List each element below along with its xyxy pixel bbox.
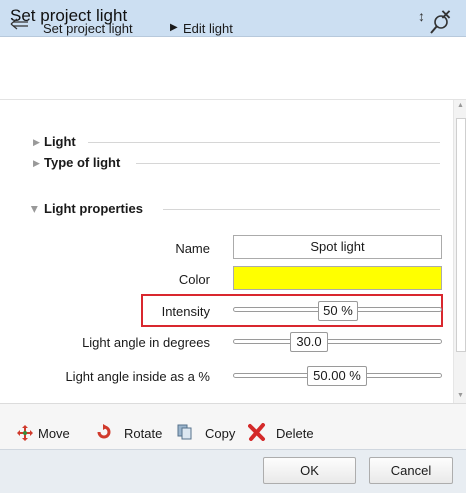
section-divider [136, 163, 440, 164]
breadcrumb-bar [0, 37, 466, 100]
scroll-up-icon[interactable]: ▲ [457, 102, 464, 109]
back-arrow-icon[interactable] [10, 16, 30, 35]
name-field[interactable]: Spot light [233, 235, 442, 259]
breadcrumb-separator-icon: ▶ [170, 22, 178, 33]
scroll-down-icon[interactable]: ▼ [457, 392, 464, 399]
section-divider [88, 142, 440, 143]
expand-triangle-icon[interactable]: ▶ [33, 137, 40, 148]
section-light-properties[interactable]: Light properties [44, 201, 143, 216]
scrollbar-thumb[interactable] [456, 118, 466, 352]
copy-icon[interactable] [177, 424, 193, 443]
section-light[interactable]: Light [44, 134, 76, 149]
section-divider [163, 209, 440, 210]
section-type-of-light[interactable]: Type of light [44, 155, 120, 170]
light-angle-slider-thumb[interactable]: 30.0 [290, 332, 328, 352]
move-icon[interactable] [16, 424, 34, 445]
light-angle-inside-slider-thumb[interactable]: 50.00 % [307, 366, 367, 386]
expand-triangle-icon[interactable]: ▶ [33, 158, 40, 169]
delete-icon[interactable] [248, 423, 266, 444]
intensity-label: Intensity [161, 304, 210, 319]
search-icon[interactable] [429, 14, 449, 39]
color-label: Color [178, 272, 210, 287]
intensity-slider-thumb[interactable]: 50 % [318, 301, 358, 321]
light-angle-inside-label: Light angle inside as a % [65, 369, 210, 384]
rotate-button[interactable]: Rotate [124, 426, 162, 441]
light-angle-slider-track[interactable] [233, 339, 442, 344]
copy-button[interactable]: Copy [205, 426, 235, 441]
pin-icon[interactable]: ↕ [418, 8, 425, 24]
delete-button[interactable]: Delete [276, 426, 314, 441]
collapse-triangle-icon[interactable]: ▶ [29, 206, 40, 213]
move-button[interactable]: Move [38, 426, 70, 441]
breadcrumb-item-edit-light[interactable]: Edit light [183, 21, 233, 36]
ok-button[interactable]: OK [263, 457, 356, 484]
name-label: Name [175, 241, 210, 256]
light-angle-label: Light angle in degrees [82, 335, 210, 350]
cancel-button[interactable]: Cancel [369, 457, 453, 484]
color-swatch[interactable] [233, 266, 442, 290]
rotate-icon[interactable] [96, 423, 112, 444]
breadcrumb-item-set-project-light[interactable]: Set project light [43, 21, 133, 36]
